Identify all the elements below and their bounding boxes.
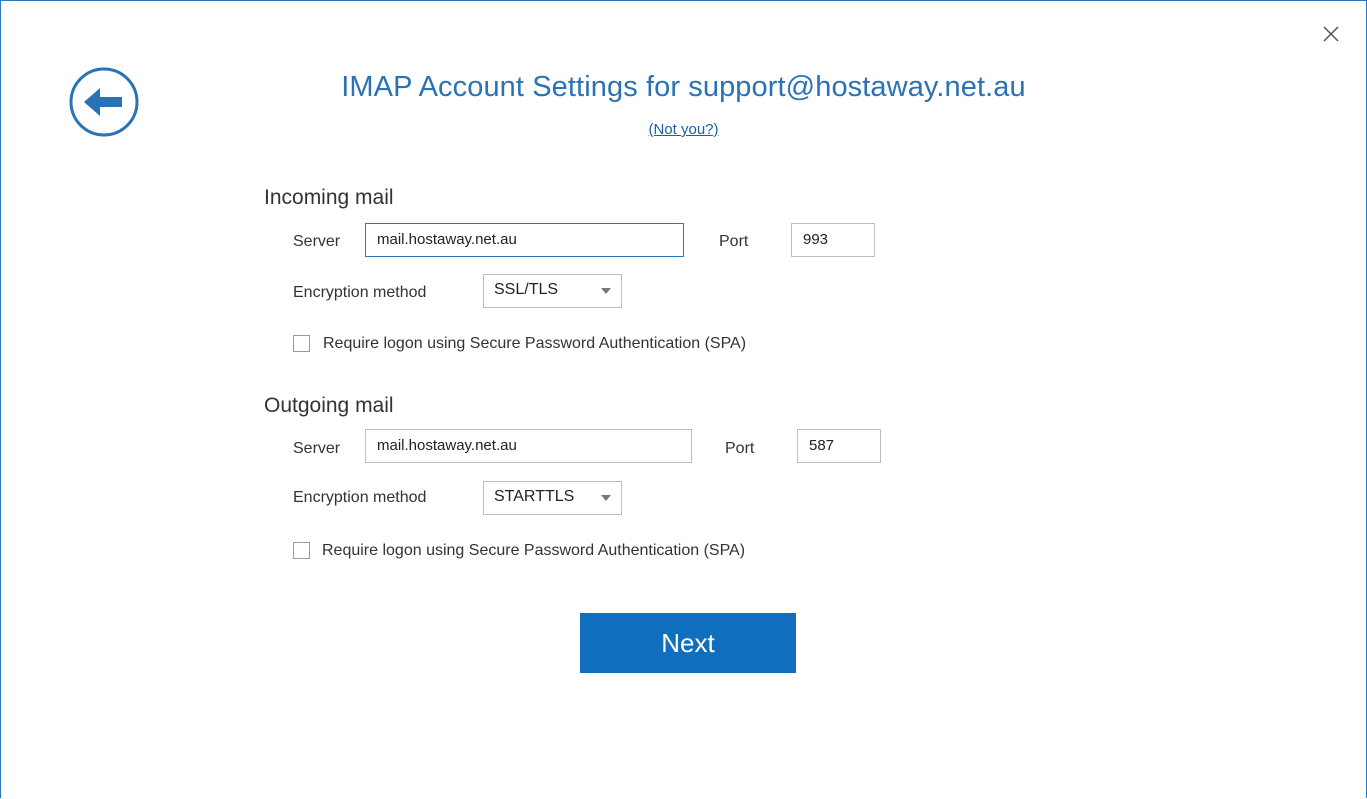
chevron-down-icon: [601, 495, 611, 501]
not-you-container: (Not you?): [1, 121, 1366, 138]
outgoing-spa-checkbox[interactable]: [293, 542, 310, 559]
outgoing-server-input[interactable]: mail.hostaway.net.au: [365, 429, 692, 463]
incoming-mail-heading: Incoming mail: [264, 186, 394, 209]
not-you-link[interactable]: (Not you?): [648, 121, 718, 138]
dialog-title: IMAP Account Settings for support@hostaw…: [341, 71, 1026, 103]
incoming-encryption-value: SSL/TLS: [494, 281, 559, 298]
incoming-port-input[interactable]: 993: [791, 223, 875, 257]
outgoing-port-input[interactable]: 587: [797, 429, 881, 463]
outgoing-server-label: Server: [293, 440, 341, 457]
outgoing-encryption-select[interactable]: STARTTLS: [483, 481, 622, 515]
outgoing-spa-label: Require logon using Secure Password Auth…: [322, 542, 746, 559]
incoming-server-input[interactable]: mail.hostaway.net.au: [365, 223, 684, 257]
imap-settings-dialog: IMAP Account Settings for support@hostaw…: [0, 0, 1367, 798]
incoming-port-label: Port: [719, 233, 749, 250]
outgoing-port-label: Port: [725, 440, 755, 457]
outgoing-encryption-value: STARTTLS: [494, 488, 575, 505]
close-icon: [1323, 26, 1339, 42]
close-button[interactable]: [1316, 19, 1346, 49]
incoming-spa-label: Require logon using Secure Password Auth…: [323, 335, 747, 352]
incoming-encryption-label: Encryption method: [293, 284, 427, 301]
next-button[interactable]: Next: [580, 613, 796, 673]
incoming-encryption-select[interactable]: SSL/TLS: [483, 274, 622, 308]
outgoing-encryption-label: Encryption method: [293, 489, 427, 506]
incoming-spa-checkbox[interactable]: [293, 335, 310, 352]
incoming-server-label: Server: [293, 233, 341, 250]
outgoing-mail-heading: Outgoing mail: [264, 394, 394, 417]
chevron-down-icon: [601, 288, 611, 294]
